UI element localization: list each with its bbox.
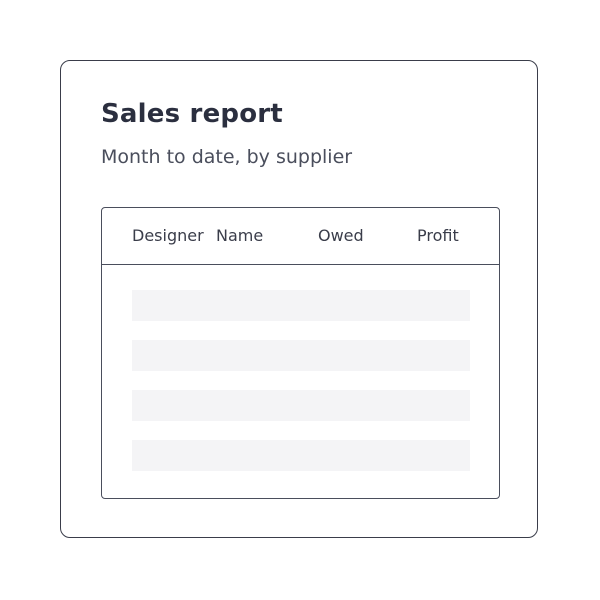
table-row-placeholder bbox=[132, 390, 470, 421]
table-header: Designer Name Owed Profit bbox=[102, 208, 499, 265]
column-header-owed[interactable]: Owed bbox=[318, 226, 364, 245]
column-header-profit[interactable]: Profit bbox=[417, 226, 459, 245]
report-title: Sales report bbox=[101, 99, 283, 129]
sales-report-card: Sales report Month to date, by supplier … bbox=[60, 60, 538, 538]
report-subtitle: Month to date, by supplier bbox=[101, 146, 353, 168]
table-row-placeholder bbox=[132, 290, 470, 321]
table-row-placeholder bbox=[132, 340, 470, 371]
sales-table: Designer Name Owed Profit bbox=[101, 207, 500, 499]
column-header-designer[interactable]: Designer bbox=[132, 226, 204, 245]
table-row-placeholder bbox=[132, 440, 470, 471]
column-header-name[interactable]: Name bbox=[216, 226, 263, 245]
